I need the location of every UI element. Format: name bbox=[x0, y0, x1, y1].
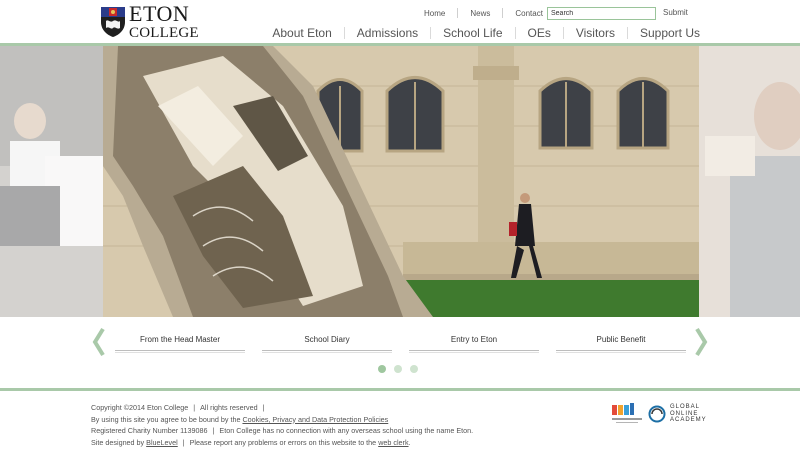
search-input[interactable] bbox=[547, 7, 656, 20]
quick-link-label: School Diary bbox=[262, 335, 392, 351]
quick-link-label: From the Head Master bbox=[115, 335, 245, 351]
globe-icon bbox=[648, 405, 666, 423]
hero-slide-image bbox=[103, 46, 699, 317]
quick-link-underline bbox=[262, 351, 392, 353]
footer-report-suffix: . bbox=[408, 437, 411, 447]
footer-bluelevel-link[interactable]: BlueLevel bbox=[146, 438, 178, 447]
quick-link-school-diary[interactable]: School Diary bbox=[262, 335, 392, 353]
quick-link-underline bbox=[115, 351, 245, 353]
utility-link-news[interactable]: News bbox=[458, 9, 502, 18]
hero-fade-right bbox=[699, 46, 800, 317]
site-footer: Copyright ©2014 Eton College | All rights … bbox=[0, 391, 800, 450]
chevron-left-icon[interactable] bbox=[92, 327, 106, 357]
utility-link-home[interactable]: Home bbox=[412, 9, 457, 18]
chapel-photo-image bbox=[103, 46, 699, 317]
quick-links-carousel: From the Head Master School Diary Entry … bbox=[0, 317, 800, 389]
quick-link-head-master[interactable]: From the Head Master bbox=[115, 335, 245, 353]
footer-copyright: Copyright ©2014 Eton College bbox=[91, 403, 189, 412]
search-submit-button[interactable]: Submit bbox=[663, 8, 688, 17]
logo-line2: COLLEGE bbox=[129, 25, 199, 41]
nav-item-admissions[interactable]: Admissions bbox=[345, 26, 430, 40]
logo-line1: ETON bbox=[129, 1, 190, 26]
footer-line-3: Registered Charity Number 1139086 | Eton C… bbox=[91, 426, 474, 435]
footer-rights: All rights reserved bbox=[200, 403, 258, 412]
footer-legal-text: Copyright ©2014 Eton College | All rights … bbox=[91, 402, 473, 448]
main-nav: About Eton Admissions School Life OEs Vi… bbox=[260, 25, 700, 41]
hero-carousel[interactable] bbox=[0, 46, 800, 317]
carousel-dot-1[interactable] bbox=[378, 365, 386, 373]
global-online-academy-logo[interactable]: GLOBAL ONLINE ACADEMY bbox=[648, 404, 707, 424]
quick-link-label: Public Benefit bbox=[556, 335, 686, 351]
quick-link-public-benefit[interactable]: Public Benefit bbox=[556, 335, 686, 353]
site-header: ETON COLLEGE Home News Contact Submit Ab… bbox=[0, 0, 800, 44]
footer-line-4: Site designed by BlueLevel | Please report… bbox=[91, 437, 411, 447]
nav-item-about-eton[interactable]: About Eton bbox=[260, 26, 343, 40]
footer-line-1: Copyright ©2014 Eton College | All rights … bbox=[91, 403, 265, 412]
quick-link-underline bbox=[409, 351, 539, 353]
utility-nav: Home News Contact bbox=[412, 8, 555, 18]
carousel-dot-2[interactable] bbox=[394, 365, 402, 373]
footer-line-2: By using this site you agree to be bound… bbox=[91, 414, 473, 426]
site-logo[interactable]: ETON COLLEGE bbox=[100, 3, 199, 41]
footer-disclaimer: Eton College has no connection with any … bbox=[219, 426, 474, 435]
quick-link-underline bbox=[556, 351, 686, 353]
quick-link-entry-to-eton[interactable]: Entry to Eton bbox=[409, 335, 539, 353]
footer-report-prefix: Please report any problems or errors on … bbox=[189, 437, 377, 447]
goa-line-3: ACADEMY bbox=[670, 417, 707, 424]
footer-charity: Registered Charity Number 1139086 bbox=[91, 426, 208, 435]
goa-wordmark: GLOBAL ONLINE ACADEMY bbox=[670, 404, 707, 424]
carousel-pager bbox=[378, 365, 418, 373]
partner-logo-icon[interactable] bbox=[612, 403, 642, 425]
nav-item-support-us[interactable]: Support Us bbox=[628, 26, 700, 40]
partner-logos: GLOBAL ONLINE ACADEMY bbox=[612, 403, 707, 425]
hero-fade-left bbox=[0, 46, 103, 317]
footer-web-clerk-link[interactable]: web clerk bbox=[378, 438, 408, 447]
chevron-right-icon[interactable] bbox=[694, 327, 708, 357]
nav-item-school-life[interactable]: School Life bbox=[431, 26, 514, 40]
carousel-dot-3[interactable] bbox=[410, 365, 418, 373]
footer-designed-prefix: Site designed by bbox=[91, 437, 145, 447]
nav-item-oes[interactable]: OEs bbox=[516, 26, 563, 40]
eton-crest-icon bbox=[101, 7, 125, 37]
logo-wordmark: ETON COLLEGE bbox=[129, 3, 199, 41]
nav-item-visitors[interactable]: Visitors bbox=[564, 26, 627, 40]
footer-policies-link[interactable]: Cookies, Privacy and Data Protection Pol… bbox=[242, 415, 388, 424]
quick-link-label: Entry to Eton bbox=[409, 335, 539, 351]
footer-terms-prefix: By using this site you agree to be bound… bbox=[91, 414, 241, 424]
